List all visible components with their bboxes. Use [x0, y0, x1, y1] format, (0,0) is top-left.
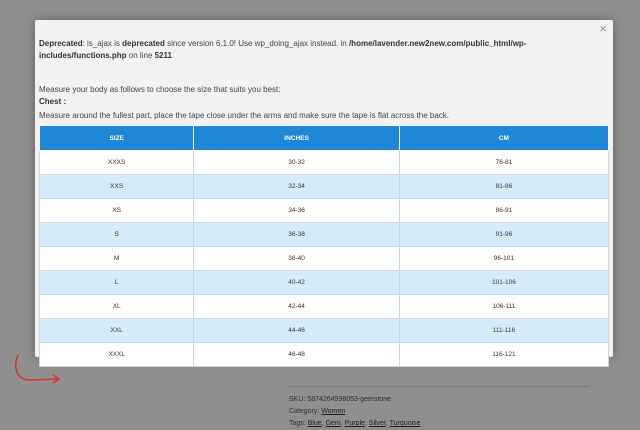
table-cell: 116-121 — [398, 342, 610, 367]
tag-link[interactable]: Turquoise — [390, 420, 421, 427]
table-cell: 30-32 — [193, 150, 400, 175]
table-cell: M — [38, 246, 195, 271]
section-description: Measure around the fullest part, place t… — [39, 111, 450, 120]
table-row: XS 34-36 86-91 — [38, 198, 610, 223]
table-cell: 34-36 — [193, 198, 400, 223]
table-cell: XXL — [38, 318, 195, 343]
table-cell: XL — [38, 294, 195, 319]
table-cell: 38-40 — [193, 246, 400, 271]
table-cell: XS — [38, 198, 195, 223]
category-line: Category: Women — [289, 406, 421, 418]
tag-link[interactable]: Gem — [326, 420, 341, 427]
table-cell: S — [38, 222, 195, 247]
table-cell: 91-96 — [398, 222, 610, 247]
table-row: S 36-38 91-96 — [38, 222, 610, 247]
table-cell: 44-46 — [193, 318, 400, 343]
intro-text: Measure your body as follows to choose t… — [39, 85, 281, 94]
deprecation-warning: Deprecated: is_ajax is deprecated since … — [39, 39, 527, 60]
table-cell: 106-111 — [398, 294, 610, 319]
size-table: SIZE INCHES CM XXXS 30-32 76-81 XXS 32-34 81-… — [38, 125, 610, 367]
table-row: XXL 44-46 111-116 — [38, 318, 610, 343]
tag-link[interactable]: Blue — [308, 420, 322, 427]
table-cell: 101-106 — [398, 270, 610, 295]
sku-line: SKU: 5874264998053-gemstone — [289, 394, 421, 406]
table-cell: 42-44 — [193, 294, 400, 319]
table-cell: 46-48 — [193, 342, 400, 367]
table-cell: 76-81 — [398, 150, 610, 175]
sku-label: SKU: — [289, 396, 306, 403]
divider — [288, 386, 590, 387]
table-cell: XXS — [38, 174, 195, 199]
column-header: SIZE — [38, 125, 195, 151]
table-header-row: SIZE INCHES CM — [38, 125, 610, 151]
table-row: XL 42-44 106-111 — [38, 294, 610, 319]
table-cell: XXXL — [38, 342, 195, 367]
section-title: Chest : — [39, 97, 67, 106]
table-row: M 38-40 96-101 — [38, 246, 610, 271]
tag-link[interactable]: Silver — [369, 420, 386, 427]
close-icon[interactable]: × — [599, 22, 607, 36]
sku-value: 5874264998053-gemstone — [307, 396, 391, 403]
table-row: L 40-42 101-106 — [38, 270, 610, 295]
table-cell: 111-116 — [398, 318, 610, 343]
table-cell: 32-34 — [193, 174, 400, 199]
table-row: XXXL 46-48 116-121 — [38, 342, 610, 367]
table-row: XXXS 30-32 76-81 — [38, 150, 610, 175]
size-guide-modal: × Deprecated: is_ajax is deprecated sinc… — [35, 20, 613, 367]
table-cell: 36-38 — [193, 222, 400, 247]
category-label: Category: — [289, 408, 320, 415]
table-cell: XXXS — [38, 150, 195, 175]
table-cell: 96-101 — [398, 246, 610, 271]
table-cell: 40-42 — [193, 270, 400, 295]
table-cell: 86-91 — [398, 198, 610, 223]
tags-label: Tags: — [289, 420, 306, 427]
column-header: CM — [398, 125, 610, 151]
tags-line: Tags: Blue, Gem, Purple, Silver, Turquoi… — [289, 420, 421, 427]
table-cell: L — [38, 270, 195, 295]
table-row: XXS 32-34 81-86 — [38, 174, 610, 199]
column-header: INCHES — [193, 125, 400, 151]
product-meta: SKU: 5874264998053-gemstone Category: Wo… — [289, 394, 421, 430]
category-link[interactable]: Women — [321, 408, 345, 415]
tag-link[interactable]: Purple — [345, 420, 365, 427]
table-cell: 81-86 — [398, 174, 610, 199]
